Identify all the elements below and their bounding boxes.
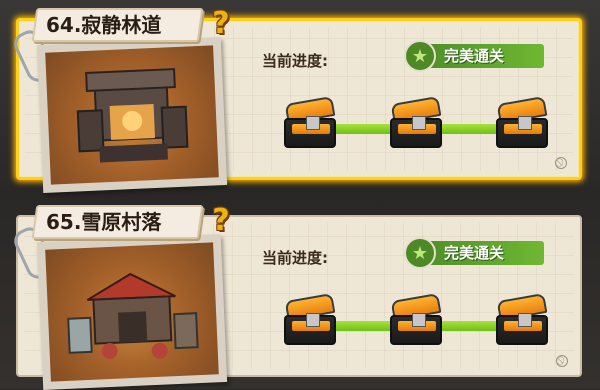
status-label: 完美通关 — [444, 47, 505, 65]
level-thumbnail — [36, 234, 228, 390]
star-badge-icon: ★ — [404, 237, 436, 269]
prohibit-icon: ⃠ — [555, 157, 567, 169]
status-badge: ★ 完美通关 — [404, 40, 550, 72]
level-title-tag: 64.寂静林道 — [31, 8, 204, 42]
treasure-chest-icon[interactable] — [496, 292, 548, 345]
question-mark-icon[interactable]: ? — [204, 203, 238, 238]
fortress-illustration — [76, 68, 189, 163]
level-title-tag: 65.雪原村落 — [31, 205, 204, 239]
progress-label: 当前进度: — [262, 249, 328, 267]
prohibit-icon: ⃠ — [556, 355, 568, 367]
treasure-chest-icon[interactable] — [284, 95, 336, 148]
level-title: 65.雪原村落 — [46, 210, 162, 234]
village-illustration — [67, 272, 199, 360]
question-mark-icon[interactable]: ? — [204, 6, 238, 41]
treasure-chest-icon[interactable] — [284, 292, 336, 345]
status-label: 完美通关 — [444, 244, 505, 262]
level-card-64[interactable]: ⃠ 64.寂静林道 ? 当前进度: ★ 完美通关 — [10, 6, 582, 193]
star-badge-icon: ★ — [404, 40, 436, 72]
treasure-chest-icon[interactable] — [390, 292, 442, 345]
level-card-65[interactable]: ⃠ 65.雪原村落 ? 当前进度: ★ 完美通关 — [10, 203, 582, 390]
treasure-chest-icon[interactable] — [390, 95, 442, 148]
status-badge: ★ 完美通关 — [404, 237, 550, 269]
progress-label: 当前进度: — [262, 52, 328, 70]
treasure-chest-icon[interactable] — [496, 95, 548, 148]
level-title: 64.寂静林道 — [46, 13, 162, 37]
level-thumbnail — [36, 37, 228, 193]
